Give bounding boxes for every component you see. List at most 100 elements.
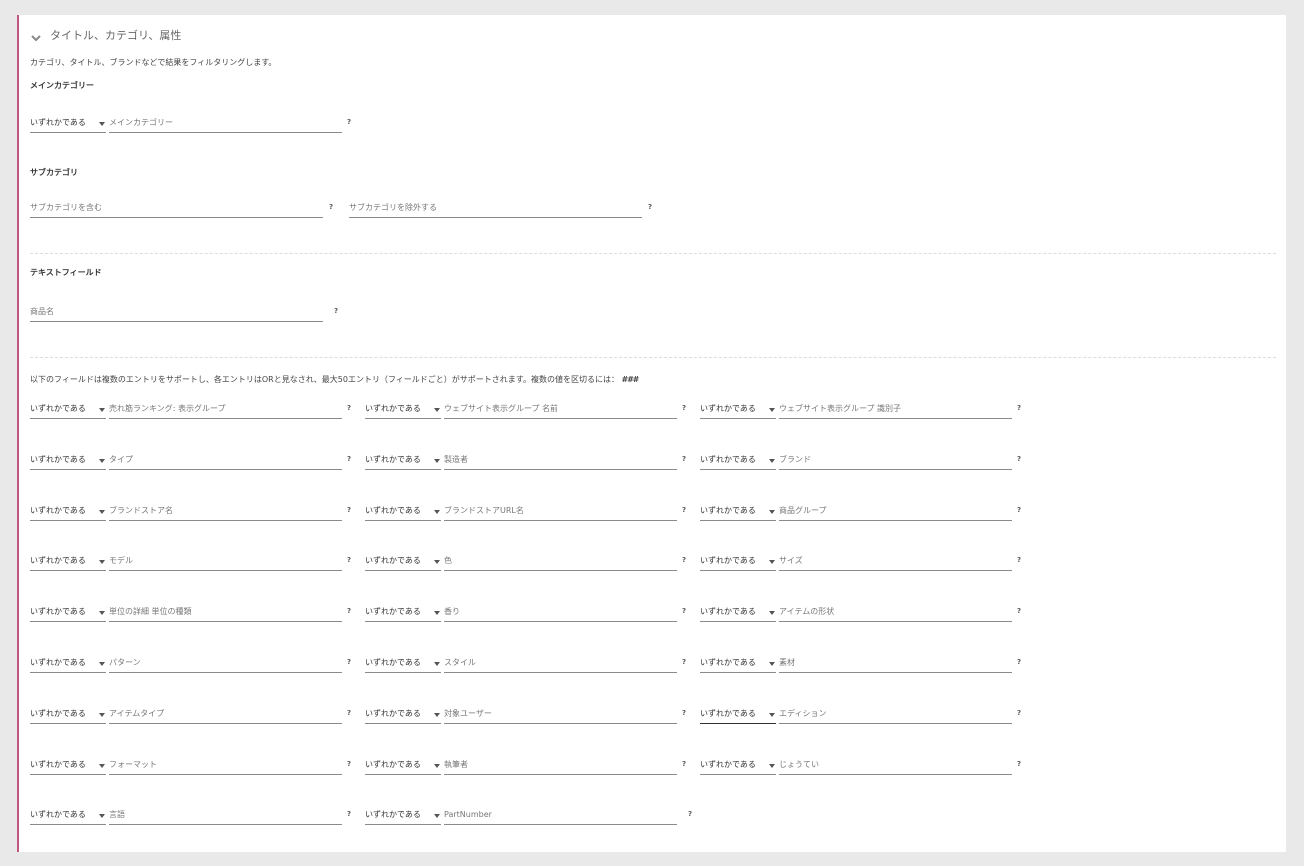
- operator-label: いずれかである: [30, 556, 86, 565]
- main-category-title: メインカテゴリー: [30, 81, 94, 90]
- filter-input[interactable]: [779, 450, 1012, 470]
- section-title: タイトル、カテゴリ、属性: [50, 29, 182, 42]
- filter-input[interactable]: [779, 704, 1012, 724]
- help-icon[interactable]: ?: [347, 709, 351, 717]
- filter-input[interactable]: [444, 653, 677, 673]
- divider: [30, 253, 1276, 254]
- operator-dropdown[interactable]: いずれかである: [365, 755, 441, 775]
- operator-label: いずれかである: [30, 658, 86, 667]
- operator-dropdown[interactable]: いずれかである: [30, 805, 106, 825]
- operator-dropdown[interactable]: いずれかである: [30, 501, 106, 521]
- help-icon[interactable]: ?: [347, 810, 351, 818]
- subcategory-exclude-help-icon[interactable]: ?: [648, 203, 652, 211]
- filter-input[interactable]: [109, 450, 342, 470]
- help-icon[interactable]: ?: [682, 709, 686, 717]
- help-icon[interactable]: ?: [1017, 455, 1021, 463]
- help-icon[interactable]: ?: [347, 658, 351, 666]
- filter-input[interactable]: [779, 399, 1012, 419]
- operator-dropdown[interactable]: いずれかである: [30, 399, 106, 419]
- operator-dropdown[interactable]: いずれかである: [30, 704, 106, 724]
- operator-dropdown[interactable]: いずれかである: [700, 755, 776, 775]
- help-icon[interactable]: ?: [1017, 506, 1021, 514]
- help-icon[interactable]: ?: [1017, 709, 1021, 717]
- filter-input[interactable]: [444, 704, 677, 724]
- help-icon[interactable]: ?: [347, 607, 351, 615]
- help-icon[interactable]: ?: [682, 658, 686, 666]
- operator-dropdown[interactable]: いずれかである: [700, 399, 776, 419]
- filter-input[interactable]: [109, 755, 342, 775]
- main-category-help-icon[interactable]: ?: [347, 118, 351, 126]
- filter-input[interactable]: [779, 551, 1012, 571]
- operator-dropdown[interactable]: いずれかである: [365, 602, 441, 622]
- product-name-help-icon[interactable]: ?: [334, 307, 338, 315]
- help-icon[interactable]: ?: [347, 506, 351, 514]
- filter-input[interactable]: [109, 704, 342, 724]
- help-icon[interactable]: ?: [682, 556, 686, 564]
- operator-label: いずれかである: [30, 506, 86, 515]
- help-icon[interactable]: ?: [347, 455, 351, 463]
- help-icon[interactable]: ?: [1017, 404, 1021, 412]
- caret-down-icon: [434, 662, 440, 666]
- operator-dropdown[interactable]: いずれかである: [365, 551, 441, 571]
- operator-dropdown[interactable]: いずれかである: [365, 399, 441, 419]
- help-icon[interactable]: ?: [1017, 760, 1021, 768]
- filter-input[interactable]: [779, 602, 1012, 622]
- help-icon[interactable]: ?: [1017, 607, 1021, 615]
- help-icon[interactable]: ?: [347, 404, 351, 412]
- operator-dropdown[interactable]: いずれかである: [700, 551, 776, 571]
- help-icon[interactable]: ?: [682, 607, 686, 615]
- filter-input[interactable]: [444, 501, 677, 521]
- subcategory-exclude-input[interactable]: [349, 198, 642, 218]
- operator-dropdown[interactable]: いずれかである: [700, 704, 776, 724]
- operator-label: いずれかである: [365, 404, 421, 413]
- help-icon[interactable]: ?: [682, 506, 686, 514]
- operator-label: いずれかである: [365, 709, 421, 718]
- operator-label: いずれかである: [365, 556, 421, 565]
- filter-input[interactable]: [444, 755, 677, 775]
- operator-dropdown[interactable]: いずれかである: [700, 501, 776, 521]
- operator-dropdown[interactable]: いずれかである: [365, 653, 441, 673]
- operator-dropdown[interactable]: いずれかである: [365, 805, 441, 825]
- operator-dropdown[interactable]: いずれかである: [700, 450, 776, 470]
- filter-input[interactable]: [109, 501, 342, 521]
- filter-input[interactable]: [109, 805, 342, 825]
- filter-input[interactable]: [109, 551, 342, 571]
- operator-dropdown[interactable]: いずれかである: [30, 653, 106, 673]
- filter-input[interactable]: [444, 450, 677, 470]
- filter-input[interactable]: [779, 653, 1012, 673]
- help-icon[interactable]: ?: [1017, 556, 1021, 564]
- operator-dropdown[interactable]: いずれかである: [30, 602, 106, 622]
- filter-input[interactable]: [109, 602, 342, 622]
- main-category-input[interactable]: [109, 113, 342, 133]
- filter-input[interactable]: [779, 755, 1012, 775]
- filter-input[interactable]: [109, 399, 342, 419]
- operator-dropdown[interactable]: いずれかである: [365, 501, 441, 521]
- subcategory-include-input[interactable]: [30, 198, 323, 218]
- operator-dropdown[interactable]: いずれかである: [365, 450, 441, 470]
- help-icon[interactable]: ?: [1017, 658, 1021, 666]
- filter-input[interactable]: [444, 551, 677, 571]
- section-header[interactable]: タイトル、カテゴリ、属性: [30, 27, 181, 43]
- chevron-down-icon[interactable]: [30, 29, 42, 42]
- operator-dropdown[interactable]: いずれかである: [700, 602, 776, 622]
- main-category-operator-dropdown[interactable]: いずれかである: [30, 113, 106, 133]
- help-icon[interactable]: ?: [347, 556, 351, 564]
- operator-dropdown[interactable]: いずれかである: [365, 704, 441, 724]
- filter-input[interactable]: [109, 653, 342, 673]
- filter-input[interactable]: [444, 805, 677, 825]
- help-icon[interactable]: ?: [688, 810, 692, 818]
- product-name-input[interactable]: [30, 302, 323, 322]
- operator-dropdown[interactable]: いずれかである: [30, 755, 106, 775]
- help-icon[interactable]: ?: [682, 404, 686, 412]
- filter-input[interactable]: [779, 501, 1012, 521]
- caret-down-icon: [99, 764, 105, 768]
- help-icon[interactable]: ?: [347, 760, 351, 768]
- help-icon[interactable]: ?: [682, 760, 686, 768]
- operator-dropdown[interactable]: いずれかである: [30, 551, 106, 571]
- operator-dropdown[interactable]: いずれかである: [700, 653, 776, 673]
- help-icon[interactable]: ?: [682, 455, 686, 463]
- filter-input[interactable]: [444, 399, 677, 419]
- subcategory-include-help-icon[interactable]: ?: [329, 203, 333, 211]
- operator-dropdown[interactable]: いずれかである: [30, 450, 106, 470]
- filter-input[interactable]: [444, 602, 677, 622]
